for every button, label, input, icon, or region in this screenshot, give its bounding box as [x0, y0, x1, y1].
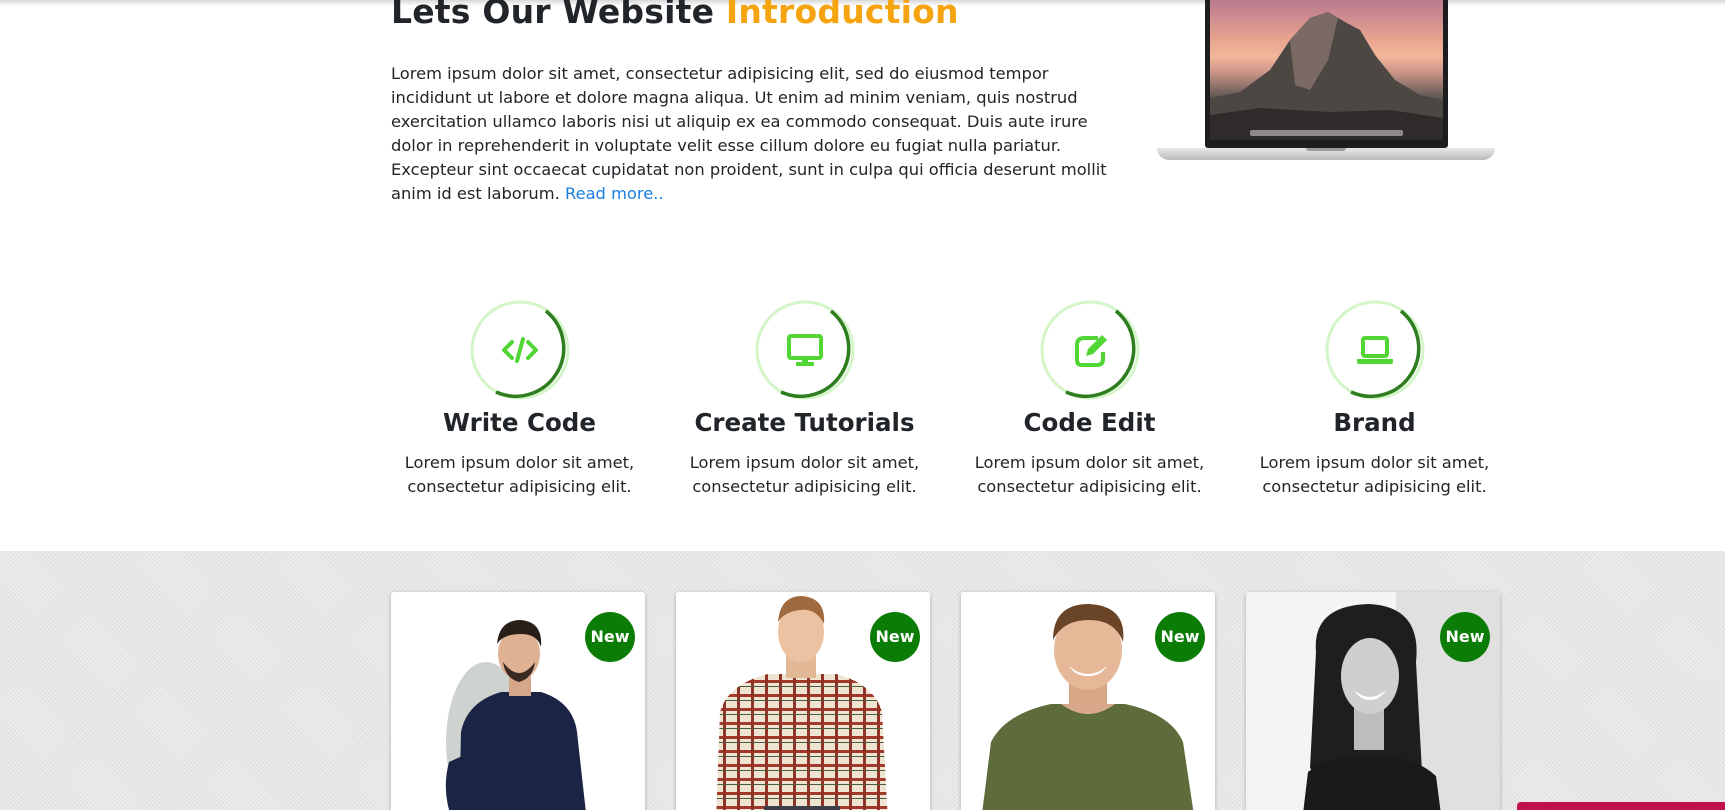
feature-title: Create Tutorials [694, 408, 915, 437]
new-badge: New [870, 612, 920, 662]
laptop-icon [1356, 336, 1393, 364]
intro-title: Lets Our Website Introduction [391, 0, 959, 31]
feature-ring [470, 300, 570, 400]
feature-code-edit: Code Edit Lorem ipsum dolor sit amet, co… [961, 300, 1218, 499]
feature-text: Lorem ipsum dolor sit amet, consectetur … [1259, 453, 1490, 496]
intro-title-main: Lets Our Website [391, 0, 715, 31]
product-card[interactable]: New [1246, 592, 1500, 810]
intro-body: Lorem ipsum dolor sit amet, consectetur … [391, 64, 1107, 203]
feature-ring [1325, 300, 1425, 400]
laptop-image [1157, 0, 1495, 168]
feature-ring [755, 300, 855, 400]
intro-paragraph: Lorem ipsum dolor sit amet, consectetur … [391, 62, 1131, 206]
intro-title-accent: Introduction [725, 0, 959, 31]
desktop-icon [786, 334, 823, 366]
edit-icon [1074, 335, 1107, 367]
feature-title: Brand [1333, 408, 1416, 437]
new-badge: New [1155, 612, 1205, 662]
feature-text: Lorem ipsum dolor sit amet, consectetur … [974, 453, 1205, 496]
feature-title: Write Code [443, 408, 596, 437]
new-badge: New [1440, 612, 1490, 662]
product-card[interactable]: New [961, 592, 1215, 810]
product-card[interactable]: New [676, 592, 930, 810]
feature-ring [1040, 300, 1140, 400]
feature-write-code: Write Code Lorem ipsum dolor sit amet, c… [391, 300, 648, 499]
product-card[interactable]: New [391, 592, 645, 810]
feature-title: Code Edit [1023, 408, 1156, 437]
features-section: Write Code Lorem ipsum dolor sit amet, c… [391, 300, 1531, 510]
feature-brand: Brand Lorem ipsum dolor sit amet, consec… [1246, 300, 1503, 499]
read-more-link[interactable]: Read more.. [565, 184, 664, 203]
new-badge: New [585, 612, 635, 662]
feature-text: Lorem ipsum dolor sit amet, consectetur … [404, 453, 635, 496]
feature-text: Lorem ipsum dolor sit amet, consectetur … [689, 453, 920, 496]
code-icon [501, 337, 538, 363]
feature-create-tutorials: Create Tutorials Lorem ipsum dolor sit a… [676, 300, 933, 499]
floating-tab[interactable] [1517, 802, 1725, 810]
intro-section: Lets Our Website Introduction Lorem ipsu… [391, 0, 1509, 230]
